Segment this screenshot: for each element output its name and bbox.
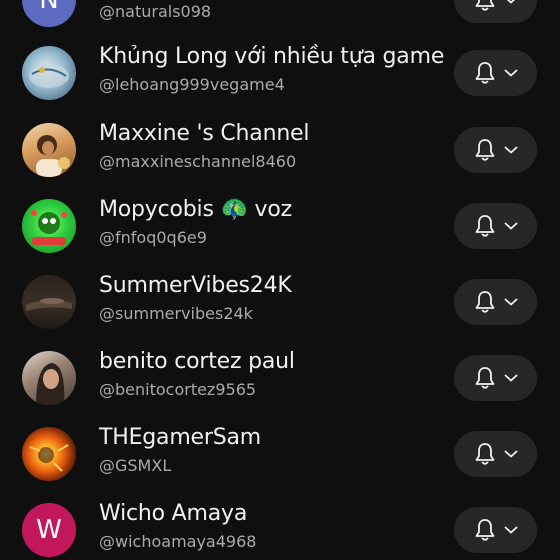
- channel-handle: @naturals098: [99, 2, 212, 21]
- avatar-image: [36, 363, 65, 405]
- channel-name[interactable]: benito cortez paul: [99, 349, 295, 374]
- chevron-down-icon: [504, 526, 517, 534]
- channel-avatar[interactable]: [22, 199, 76, 253]
- notification-settings-button[interactable]: [454, 50, 537, 96]
- bell-icon: [475, 291, 494, 313]
- notification-settings-button[interactable]: [454, 127, 537, 173]
- channel-avatar[interactable]: [22, 351, 76, 405]
- channel-row[interactable]: Maxxine 's Channel @maxxineschannel8460: [0, 111, 560, 187]
- channel-row[interactable]: Mopycobis 🦚 voz @fnfoq0q6e9: [0, 187, 560, 263]
- subscriptions-list: N @naturals098 Khủng Long với nhiều tựa …: [0, 0, 560, 560]
- channel-avatar[interactable]: [22, 427, 76, 481]
- channel-name[interactable]: SummerVibes24K: [99, 273, 292, 298]
- notification-settings-button[interactable]: [454, 203, 537, 249]
- channel-handle: @lehoang999vegame4: [99, 75, 285, 94]
- avatar-letter: W: [36, 515, 62, 545]
- channel-handle: @fnfoq0q6e9: [99, 228, 207, 247]
- notification-settings-button[interactable]: [454, 355, 537, 401]
- channel-row[interactable]: Khủng Long với nhiều tựa game @lehoang99…: [0, 34, 560, 110]
- channel-name[interactable]: Wicho Amaya: [99, 501, 247, 526]
- channel-name[interactable]: Mopycobis 🦚 voz: [99, 197, 292, 222]
- channel-avatar[interactable]: [22, 46, 76, 100]
- avatar-image: [26, 298, 72, 311]
- avatar-image: [29, 444, 69, 472]
- avatar-letter: N: [39, 0, 59, 15]
- bell-icon: [475, 215, 494, 237]
- chevron-down-icon: [504, 146, 517, 154]
- channel-handle: @benitocortez9565: [99, 380, 257, 399]
- chevron-down-icon: [504, 222, 517, 230]
- channel-handle: @summervibes24k: [99, 304, 253, 323]
- channel-name[interactable]: Khủng Long với nhiều tựa game: [99, 44, 444, 69]
- channel-row[interactable]: THEgamerSam @GSMXL: [0, 415, 560, 491]
- bell-icon: [475, 519, 494, 541]
- bell-icon: [475, 62, 494, 84]
- channel-avatar[interactable]: N: [22, 0, 76, 27]
- channel-handle: @maxxineschannel8460: [99, 152, 297, 171]
- channel-handle: @GSMXL: [99, 456, 172, 475]
- channel-handle: @wichoamaya4968: [99, 532, 257, 551]
- notification-settings-button[interactable]: [454, 431, 537, 477]
- channel-avatar[interactable]: [22, 123, 76, 177]
- bell-icon: [475, 0, 494, 11]
- channel-row[interactable]: W Wicho Amaya @wichoamaya4968: [0, 491, 560, 560]
- channel-name[interactable]: THEgamerSam: [99, 425, 261, 450]
- avatar-image: [31, 210, 67, 245]
- avatar-image: [29, 64, 69, 88]
- bell-icon: [475, 367, 494, 389]
- bell-icon: [475, 443, 494, 465]
- notification-settings-button[interactable]: [454, 0, 537, 23]
- channel-row[interactable]: N @naturals098: [0, 0, 560, 37]
- avatar-image: [36, 135, 70, 177]
- chevron-down-icon: [504, 69, 517, 77]
- chevron-down-icon: [504, 374, 517, 382]
- chevron-down-icon: [504, 450, 517, 458]
- bell-icon: [475, 139, 494, 161]
- notification-settings-button[interactable]: [454, 279, 537, 325]
- notification-settings-button[interactable]: [454, 507, 537, 553]
- chevron-down-icon: [506, 0, 515, 4]
- channel-avatar[interactable]: W: [22, 503, 76, 557]
- channel-row[interactable]: benito cortez paul @benitocortez9565: [0, 339, 560, 415]
- channel-name[interactable]: Maxxine 's Channel: [99, 121, 310, 146]
- chevron-down-icon: [504, 298, 517, 306]
- channel-avatar[interactable]: [22, 275, 76, 329]
- channel-row[interactable]: SummerVibes24K @summervibes24k: [0, 263, 560, 339]
